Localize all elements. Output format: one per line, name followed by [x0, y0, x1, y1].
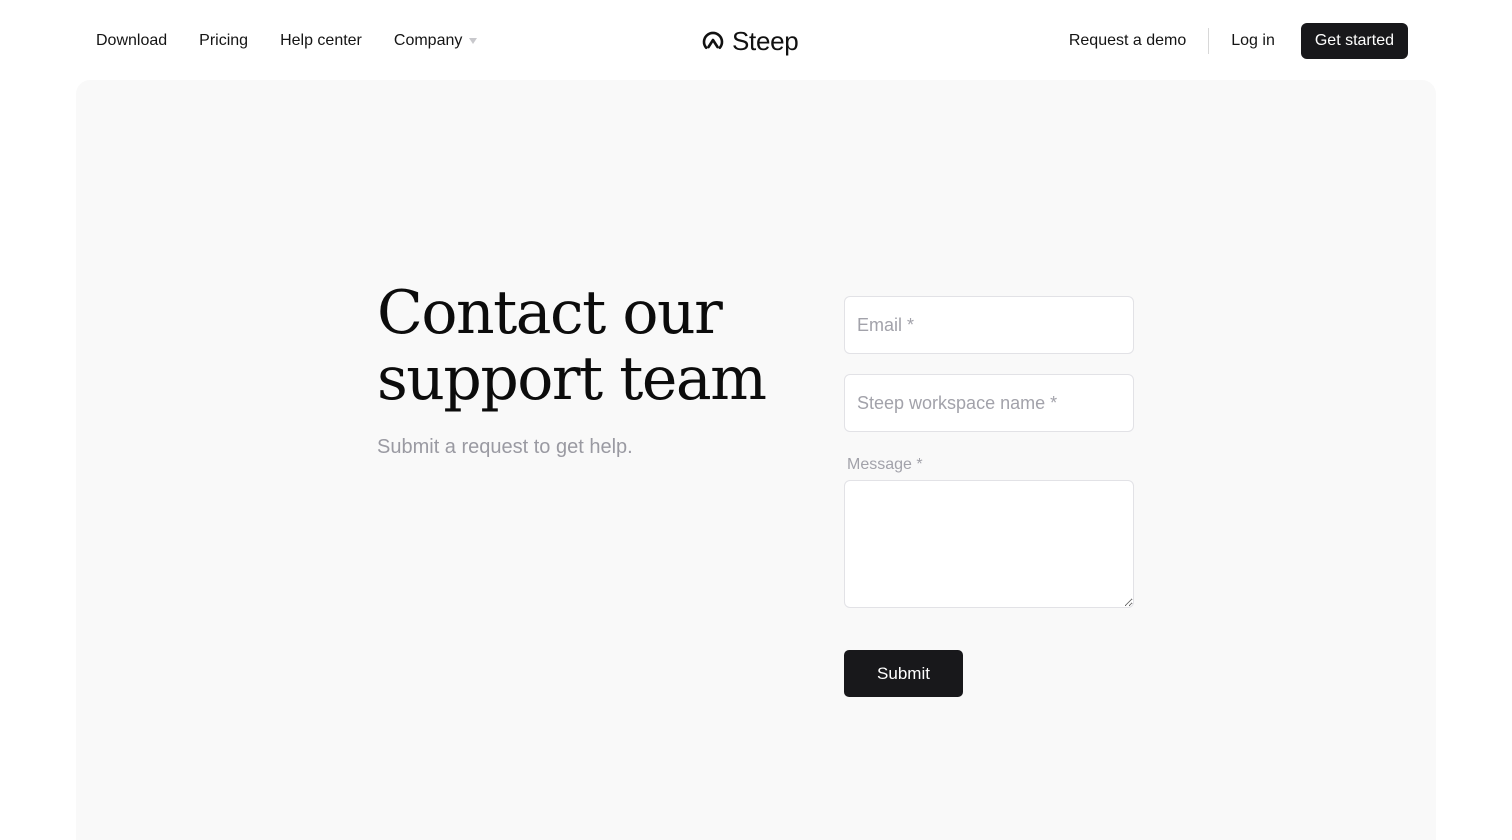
message-textarea[interactable]	[844, 480, 1134, 608]
logo-wordmark: Steep	[732, 26, 799, 56]
caret-down-icon	[469, 38, 478, 44]
submit-button[interactable]: Submit	[844, 650, 963, 697]
page-subtitle: Submit a request to get help.	[377, 436, 633, 458]
message-label: Message *	[847, 456, 923, 473]
account-nav: Request a demo Log in Get started	[1069, 23, 1408, 59]
nav-link-download[interactable]: Download	[96, 30, 167, 52]
primary-nav: Download Pricing Help center Company	[96, 30, 478, 52]
nav-company-dropdown[interactable]: Company	[394, 30, 478, 52]
login-link[interactable]: Log in	[1231, 30, 1275, 52]
top-navigation: Download Pricing Help center Company Ste…	[0, 0, 1512, 80]
email-field[interactable]	[844, 296, 1134, 354]
nav-link-pricing[interactable]: Pricing	[199, 30, 248, 52]
steep-logo[interactable]: Steep	[702, 26, 799, 56]
nav-divider	[1208, 28, 1210, 54]
nav-company-label: Company	[393, 32, 463, 49]
nav-link-help-center[interactable]: Help center	[280, 30, 362, 52]
steep-mountain-logo-icon	[702, 31, 724, 50]
get-started-button[interactable]: Get started	[1300, 23, 1408, 59]
page-title: Contact our support team	[377, 278, 767, 414]
workspace-name-field[interactable]	[844, 374, 1134, 432]
request-demo-link[interactable]: Request a demo	[1069, 30, 1186, 52]
contact-panel	[76, 80, 1436, 840]
